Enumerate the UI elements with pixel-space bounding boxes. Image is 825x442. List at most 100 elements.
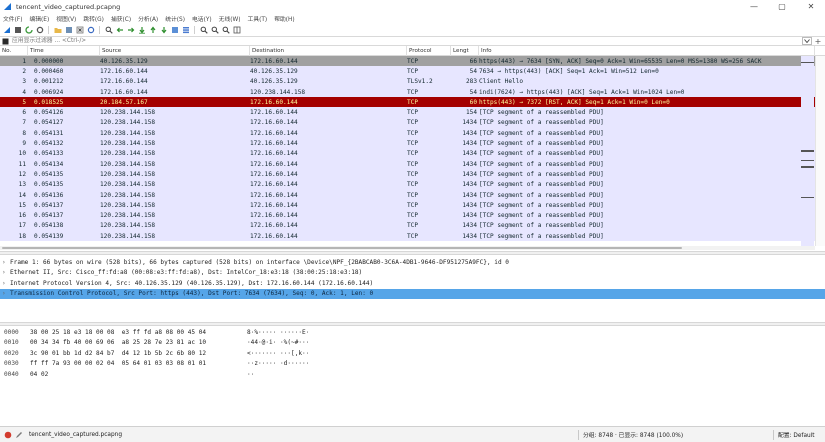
- expert-info-icon[interactable]: [4, 431, 12, 439]
- menu-statistics[interactable]: 统计(S): [165, 14, 185, 23]
- menu-telephony[interactable]: 电话(Y): [192, 14, 212, 23]
- add-filter-button[interactable]: +: [814, 37, 822, 46]
- zoom-in-icon[interactable]: [199, 26, 208, 35]
- packet-row[interactable]: 10 0.054133 120.238.144.158 172.16.60.144 TC…: [0, 148, 825, 159]
- packet-row[interactable]: 16 0.054137 120.238.144.158 172.16.60.144 TC…: [0, 210, 825, 221]
- packet-row[interactable]: 2 0.000460 172.16.60.144 40.126.35.129 TCP 54…: [0, 66, 825, 77]
- byte-offset: 0010: [4, 339, 19, 347]
- restart-capture-icon[interactable]: [24, 26, 33, 35]
- cell-source: 20.184.57.167: [100, 98, 148, 106]
- cell-source: 120.238.144.158: [100, 201, 156, 209]
- status-profile[interactable]: 配置: Default: [778, 430, 815, 439]
- stop-capture-icon[interactable]: [13, 26, 22, 35]
- reload-file-icon[interactable]: [86, 26, 95, 35]
- detail-frame[interactable]: › Frame 1: 66 bytes on wire (528 bits), 6…: [0, 257, 825, 268]
- menu-help[interactable]: 帮助(H): [274, 14, 294, 23]
- byte-row[interactable]: 0010 00 34 34 fb 40 00 69 06 a8 25 28 7e …: [0, 338, 825, 349]
- column-protocol[interactable]: Protocol: [407, 46, 451, 56]
- detail-tcp[interactable]: › Transmission Control Protocol, Src Port…: [0, 288, 825, 299]
- column-time[interactable]: Time: [28, 46, 100, 56]
- save-file-icon[interactable]: [64, 26, 73, 35]
- cell-no: 7: [22, 119, 26, 127]
- expand-arrow-icon[interactable]: ›: [2, 280, 10, 287]
- byte-row[interactable]: 0030 ff ff 7a 93 00 00 02 04 05 64 01 03 …: [0, 359, 825, 370]
- menu-analyze[interactable]: 分析(A): [138, 14, 158, 23]
- minimize-button[interactable]: —: [740, 0, 768, 13]
- packet-row[interactable]: 12 0.054135 120.238.144.158 172.16.60.144 TC…: [0, 169, 825, 180]
- packet-list-hscrollbar[interactable]: [0, 246, 815, 250]
- packet-row[interactable]: 15 0.054137 120.238.144.158 172.16.60.144 TC…: [0, 200, 825, 211]
- packet-row[interactable]: 5 0.018525 20.184.57.167 172.16.60.144 TCP 60…: [0, 97, 825, 108]
- menu-wireless[interactable]: 无线(W): [219, 14, 241, 23]
- expand-arrow-icon[interactable]: ›: [2, 290, 10, 297]
- zoom-out-icon[interactable]: [210, 26, 219, 35]
- column-source[interactable]: Source: [100, 46, 250, 56]
- pane-splitter[interactable]: [0, 251, 825, 255]
- detail-ipv4[interactable]: › Internet Protocol Version 4, Src: 40.12…: [0, 278, 825, 289]
- expand-arrow-icon[interactable]: ›: [2, 269, 10, 276]
- byte-hex: ff ff 7a 93 00 00 02 04 05 64 01 03 03 0…: [30, 360, 207, 368]
- find-packet-icon[interactable]: [104, 26, 113, 35]
- go-to-packet-icon[interactable]: [137, 26, 146, 35]
- edit-comment-icon[interactable]: [15, 431, 23, 439]
- zoom-normal-icon[interactable]: [221, 26, 230, 35]
- go-first-icon[interactable]: [148, 26, 157, 35]
- packet-row[interactable]: 13 0.054135 120.238.144.158 172.16.60.144 TC…: [0, 179, 825, 190]
- filter-expression-dropdown[interactable]: [802, 37, 812, 45]
- menu-file[interactable]: 文件(F): [3, 14, 22, 23]
- hscroll-thumb[interactable]: [2, 247, 682, 249]
- packet-row[interactable]: 1 0.000000 40.126.35.129 172.16.60.144 TCP 66…: [0, 56, 825, 67]
- go-forward-icon[interactable]: [126, 26, 135, 35]
- cell-destination: 172.16.60.144: [250, 140, 298, 148]
- packet-list[interactable]: No. Time Source Destination Protocol Len…: [0, 46, 825, 248]
- packet-row[interactable]: 6 0.054126 120.238.144.158 172.16.60.144 TCP…: [0, 107, 825, 118]
- packet-row[interactable]: 14 0.054136 120.238.144.158 172.16.60.144 TC…: [0, 189, 825, 201]
- expand-arrow-icon[interactable]: ›: [2, 259, 10, 266]
- byte-ascii: ··: [247, 370, 255, 378]
- filter-bookmark-icon[interactable]: [1, 37, 9, 45]
- start-capture-icon[interactable]: [2, 26, 11, 35]
- menu-view[interactable]: 视图(V): [56, 14, 76, 23]
- column-info[interactable]: Info: [479, 46, 815, 56]
- cell-source: 120.238.144.158: [100, 181, 156, 189]
- go-back-icon[interactable]: [115, 26, 124, 35]
- cell-no: 5: [22, 98, 26, 106]
- packet-row[interactable]: 18 0.054139 120.238.144.158 172.16.60.144 TC…: [0, 231, 825, 242]
- display-filter-input[interactable]: [9, 36, 802, 46]
- maximize-button[interactable]: ▢: [768, 0, 796, 13]
- byte-row[interactable]: 0040 04 02 ··: [0, 369, 825, 380]
- packet-row[interactable]: 8 0.054131 120.238.144.158 172.16.60.144 TCP…: [0, 128, 825, 139]
- packet-row[interactable]: 3 0.001212 172.16.60.144 40.126.35.129 TLSv1…: [0, 76, 825, 87]
- autoscroll-icon[interactable]: [170, 26, 179, 35]
- cell-time: 0.000460: [34, 67, 64, 75]
- packet-row[interactable]: 4 0.006924 172.16.60.144 120.238.144.158 TCP…: [0, 86, 825, 98]
- packet-row[interactable]: 11 0.054134 120.238.144.158 172.16.60.144 TC…: [0, 158, 825, 170]
- detail-text: Ethernet II, Src: Cisco_ff:fd:a8 (00:08:…: [10, 269, 363, 277]
- menu-capture[interactable]: 捕获(C): [111, 14, 131, 23]
- go-last-icon[interactable]: [159, 26, 168, 35]
- detail-ethernet[interactable]: › Ethernet II, Src: Cisco_ff:fd:a8 (00:08…: [0, 268, 825, 279]
- packet-row[interactable]: 7 0.054127 120.238.144.158 172.16.60.144 TCP…: [0, 117, 825, 129]
- packet-row[interactable]: 9 0.054132 120.238.144.158 172.16.60.144 TCP…: [0, 138, 825, 149]
- packet-row[interactable]: 17 0.054138 120.238.144.158 172.16.60.144 TC…: [0, 220, 825, 232]
- close-file-icon[interactable]: [75, 26, 84, 35]
- cell-destination: 172.16.60.144: [250, 201, 298, 209]
- cell-no: 14: [18, 191, 26, 199]
- menu-go[interactable]: 跳转(G): [83, 14, 104, 23]
- close-button[interactable]: ✕: [797, 0, 825, 13]
- colorize-icon[interactable]: [181, 26, 190, 35]
- menu-tools[interactable]: 工具(T): [248, 14, 268, 23]
- byte-row[interactable]: 0020 3c 90 01 bb 1d d2 84 b7 d4 12 1b 5b …: [0, 348, 825, 359]
- column-no[interactable]: No.: [0, 46, 28, 56]
- cell-no: 8: [22, 129, 26, 137]
- capture-options-icon[interactable]: [35, 26, 44, 35]
- cell-protocol: TCP: [407, 109, 419, 117]
- column-destination[interactable]: Destination: [250, 46, 407, 56]
- menu-edit[interactable]: 编辑(E): [29, 14, 49, 23]
- resize-columns-icon[interactable]: [232, 26, 241, 35]
- packet-list-vscrollbar[interactable]: [815, 56, 825, 246]
- pane-splitter[interactable]: [0, 322, 825, 326]
- column-length[interactable]: Lengt: [451, 46, 479, 56]
- byte-row[interactable]: 0000 38 00 25 18 e3 18 00 08 e3 ff fd a8 …: [0, 327, 825, 338]
- open-file-icon[interactable]: [53, 26, 62, 35]
